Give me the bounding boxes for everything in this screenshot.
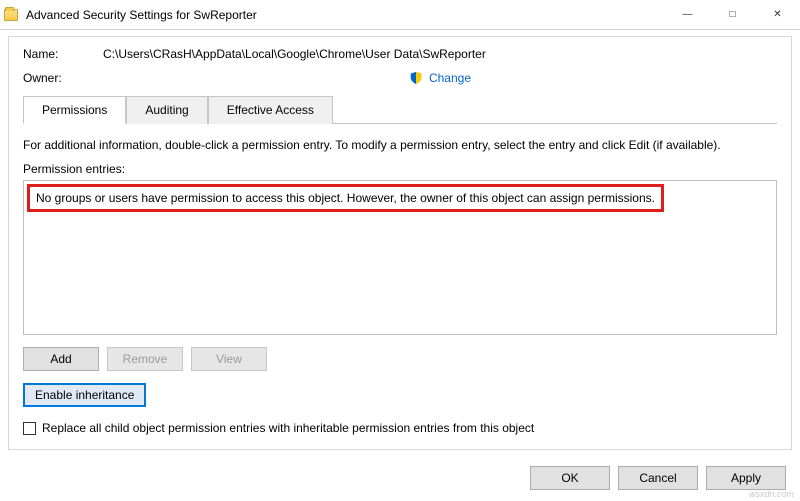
name-label: Name: — [23, 47, 103, 61]
titlebar: Advanced Security Settings for SwReporte… — [0, 0, 800, 30]
replace-checkbox[interactable] — [23, 422, 36, 435]
replace-row: Replace all child object permission entr… — [23, 421, 777, 435]
minimize-button[interactable]: — — [665, 0, 710, 29]
dialog-content: Name: C:\Users\CRasH\AppData\Local\Googl… — [8, 36, 792, 450]
view-button: View — [191, 347, 267, 371]
permission-entries-list[interactable]: No groups or users have permission to ac… — [23, 180, 777, 335]
change-owner-link[interactable]: Change — [429, 71, 471, 85]
tab-effective-access[interactable]: Effective Access — [208, 96, 333, 124]
owner-label: Owner: — [23, 71, 103, 85]
tab-auditing[interactable]: Auditing — [126, 96, 207, 124]
owner-row: Owner: Change — [23, 71, 777, 85]
cancel-button[interactable]: Cancel — [618, 466, 698, 490]
owner-change-group: Change — [103, 71, 777, 85]
empty-permissions-message: No groups or users have permission to ac… — [27, 184, 664, 212]
dialog-footer: OK Cancel Apply — [0, 458, 800, 500]
remove-button: Remove — [107, 347, 183, 371]
apply-button[interactable]: Apply — [706, 466, 786, 490]
entries-label: Permission entries: — [23, 162, 777, 176]
name-row: Name: C:\Users\CRasH\AppData\Local\Googl… — [23, 47, 777, 61]
info-text: For additional information, double-click… — [23, 138, 777, 152]
ok-button[interactable]: OK — [530, 466, 610, 490]
enable-inheritance-button[interactable]: Enable inheritance — [23, 383, 146, 407]
replace-label: Replace all child object permission entr… — [42, 421, 534, 435]
entry-buttons: Add Remove View — [23, 347, 777, 371]
window-title: Advanced Security Settings for SwReporte… — [22, 8, 665, 22]
watermark: wsxdn.com — [749, 489, 794, 499]
maximize-button[interactable]: □ — [710, 0, 755, 29]
add-button[interactable]: Add — [23, 347, 99, 371]
name-value: C:\Users\CRasH\AppData\Local\Google\Chro… — [103, 47, 486, 61]
tab-strip: Permissions Auditing Effective Access — [23, 95, 777, 124]
tab-permissions[interactable]: Permissions — [23, 96, 126, 124]
inheritance-buttons: Enable inheritance — [23, 383, 777, 407]
window-controls: — □ ✕ — [665, 0, 800, 29]
folder-icon — [0, 9, 22, 21]
shield-icon — [409, 71, 423, 85]
close-button[interactable]: ✕ — [755, 0, 800, 29]
